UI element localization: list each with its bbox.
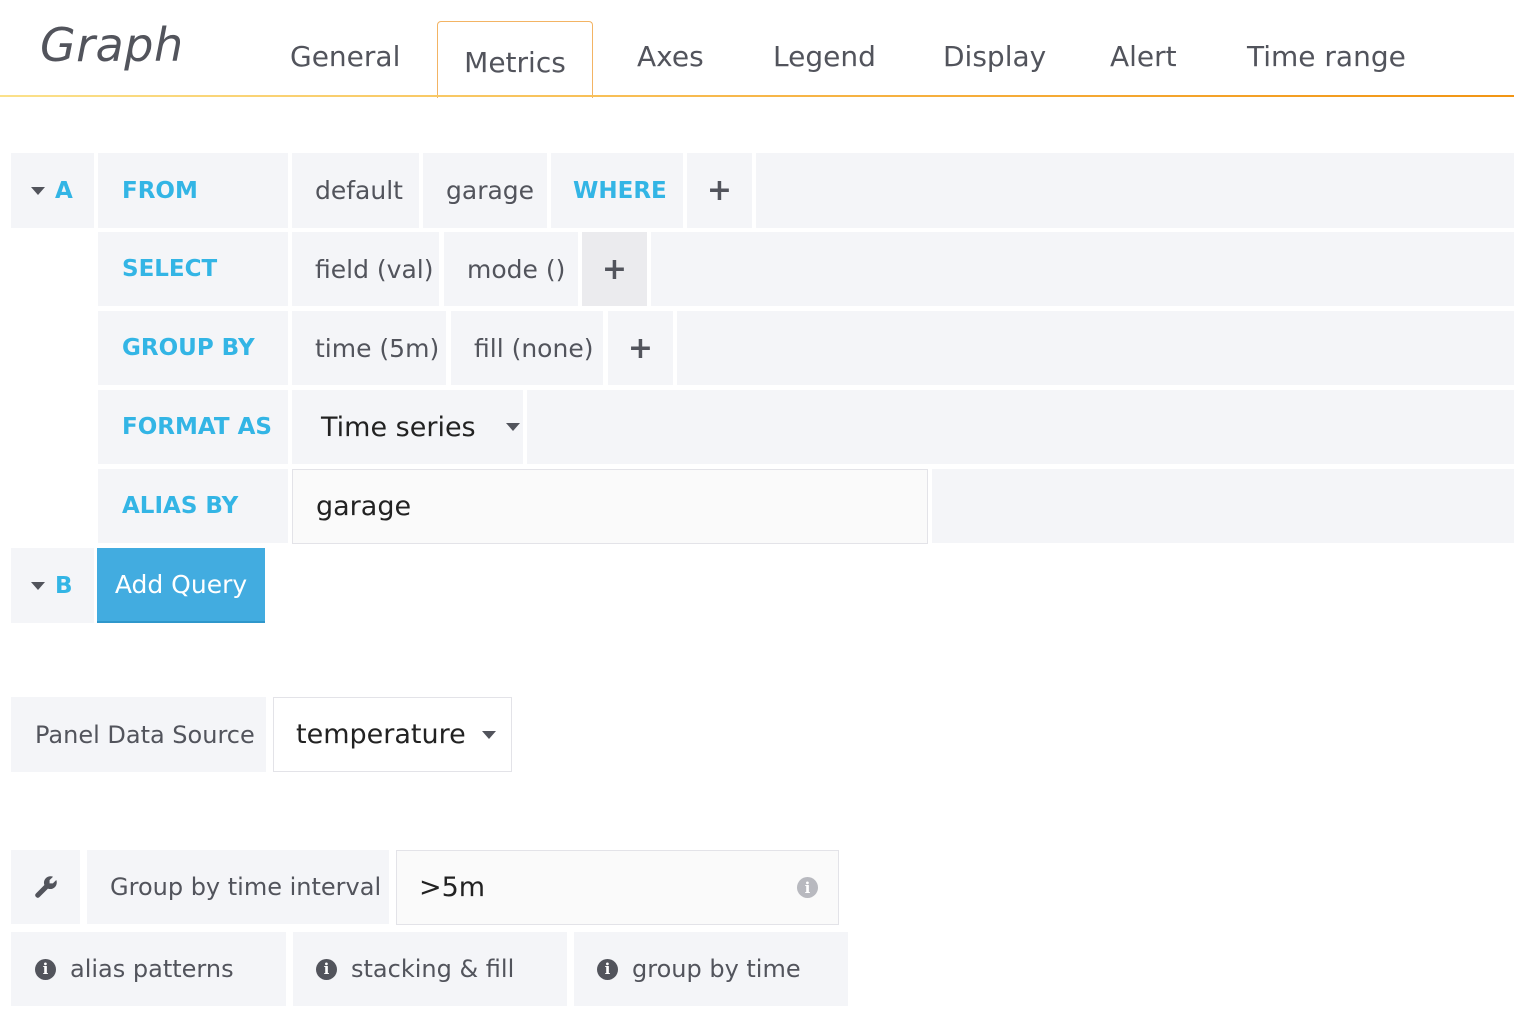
tab-general[interactable]: General bbox=[290, 40, 400, 73]
from-keyword: FROM bbox=[98, 153, 288, 228]
panel-title: Graph bbox=[40, 18, 184, 72]
query-a-toggle[interactable]: A bbox=[11, 153, 94, 228]
wrench-icon bbox=[34, 876, 57, 898]
info-icon: i bbox=[316, 958, 337, 980]
options-toggle[interactable] bbox=[11, 850, 80, 924]
group-by-interval-value: >5m bbox=[419, 872, 486, 903]
field-segment[interactable]: field (val) bbox=[292, 232, 439, 306]
add-select-button[interactable]: + bbox=[582, 232, 647, 306]
help-label: stacking & fill bbox=[351, 955, 515, 983]
query-ref-id: A bbox=[55, 177, 73, 204]
format-as-select[interactable]: Time series bbox=[292, 390, 523, 464]
help-label: alias patterns bbox=[70, 955, 234, 983]
alias-by-keyword: ALIAS BY bbox=[98, 469, 288, 543]
select-row-filler bbox=[651, 232, 1514, 306]
alias-row-filler bbox=[932, 469, 1514, 543]
tab-alert[interactable]: Alert bbox=[1110, 40, 1177, 73]
group-by-interval-label: Group by time interval bbox=[87, 850, 389, 924]
tab-metrics[interactable]: Metrics bbox=[437, 21, 593, 98]
query-ref-id: B bbox=[55, 572, 73, 599]
info-icon: i bbox=[797, 877, 818, 898]
add-group-by-button[interactable]: + bbox=[608, 311, 673, 385]
caret-down-icon bbox=[31, 581, 45, 590]
caret-down-icon bbox=[31, 186, 45, 195]
add-query-button[interactable]: Add Query bbox=[97, 548, 265, 623]
help-label: group by time bbox=[632, 955, 801, 983]
select-keyword: SELECT bbox=[98, 232, 288, 306]
tab-axes[interactable]: Axes bbox=[637, 40, 704, 73]
help-group-by-time-button[interactable]: i group by time bbox=[574, 932, 848, 1006]
plus-icon: + bbox=[627, 330, 654, 366]
group-by-interval-input[interactable]: >5m i bbox=[396, 850, 839, 925]
help-alias-patterns-button[interactable]: i alias patterns bbox=[11, 932, 286, 1006]
panel-data-source-label: Panel Data Source bbox=[11, 697, 266, 772]
tab-time-range[interactable]: Time range bbox=[1247, 40, 1406, 73]
group-by-keyword: GROUP BY bbox=[98, 311, 288, 385]
plus-icon: + bbox=[706, 173, 733, 208]
plus-icon: + bbox=[601, 251, 628, 287]
group-fill-segment[interactable]: fill (none) bbox=[451, 311, 603, 385]
panel-data-source-value: temperature bbox=[296, 719, 466, 750]
tab-display[interactable]: Display bbox=[943, 40, 1046, 73]
format-as-value: Time series bbox=[321, 411, 476, 443]
group-row-filler bbox=[677, 311, 1514, 385]
group-time-segment[interactable]: time (5m) bbox=[292, 311, 446, 385]
info-icon: i bbox=[597, 958, 618, 980]
from-row-filler bbox=[756, 153, 1514, 228]
add-where-button[interactable]: + bbox=[687, 153, 752, 228]
format-as-keyword: FORMAT AS bbox=[98, 390, 288, 464]
retention-policy-segment[interactable]: default bbox=[292, 153, 419, 228]
info-icon: i bbox=[35, 958, 56, 980]
caret-down-icon bbox=[481, 730, 496, 739]
help-stacking-fill-button[interactable]: i stacking & fill bbox=[293, 932, 567, 1006]
caret-down-icon bbox=[505, 423, 520, 431]
measurement-segment[interactable]: garage bbox=[423, 153, 547, 228]
panel-data-source-select[interactable]: temperature bbox=[273, 697, 512, 772]
function-segment[interactable]: mode () bbox=[444, 232, 578, 306]
format-row-filler bbox=[527, 390, 1514, 464]
header-divider bbox=[0, 95, 1514, 97]
tab-legend[interactable]: Legend bbox=[773, 40, 876, 73]
where-keyword: WHERE bbox=[551, 153, 683, 228]
alias-by-input[interactable]: garage bbox=[292, 469, 928, 544]
query-b-toggle[interactable]: B bbox=[11, 548, 94, 623]
